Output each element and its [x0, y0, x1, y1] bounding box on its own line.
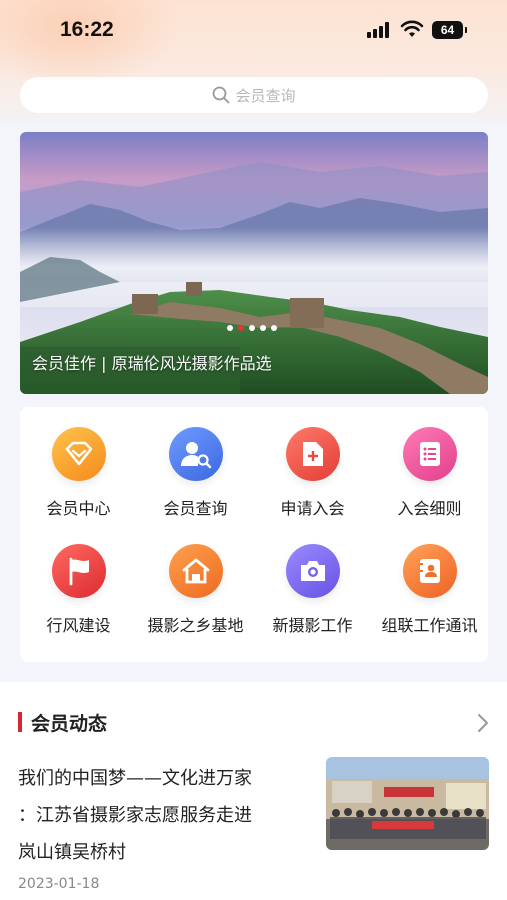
menu-item-photo-hometown-base[interactable]: 摄影之乡基地 — [137, 524, 254, 635]
menu-item-label: 行风建设 — [46, 616, 111, 635]
battery-icon: 64 — [432, 21, 467, 39]
carousel-dot[interactable] — [249, 325, 255, 331]
section-title: 会员动态 — [31, 713, 108, 735]
news-title-line: 我们的中国梦——文化进万家 — [18, 768, 252, 789]
menu-item-label: 会员中心 — [46, 499, 111, 518]
menu-item-label: 入会细则 — [397, 499, 462, 518]
carousel-dot[interactable] — [260, 325, 266, 331]
menu-item-apply-membership[interactable]: 申请入会 — [254, 407, 371, 518]
news-item-title[interactable]: 我们的中国梦——文化进万家 ：江苏省摄影家志愿服务走进 岚山镇吴桥村 — [18, 760, 313, 871]
search-placeholder: 会员查询 — [235, 86, 296, 105]
chevron-right-icon[interactable] — [477, 713, 489, 733]
menu-item-member-center[interactable]: 会员中心 — [20, 407, 137, 518]
menu-item-liaison-newsletter[interactable]: 组联工作通讯 — [371, 524, 488, 635]
add-document-icon — [285, 427, 340, 481]
menu-item-label: 申请入会 — [280, 499, 345, 518]
carousel-dot[interactable] — [271, 325, 277, 331]
status-bar: 16:22 64 — [0, 0, 507, 62]
search-icon — [213, 86, 230, 104]
banner-caption: 会员佳作 | 原瑞伦风光摄影作品选 — [32, 354, 272, 373]
wifi-icon — [400, 20, 424, 37]
menu-item-conduct-building[interactable]: 行风建设 — [20, 524, 137, 635]
feature-grid: 会员中心 会员查询 申请入会 入会细则 行风建设 摄影之乡基地 新摄影工作 组联… — [20, 407, 488, 662]
cellular-signal-icon — [367, 22, 393, 38]
news-item-thumbnail[interactable] — [326, 757, 489, 850]
status-time: 16:22 — [60, 18, 114, 41]
list-document-icon — [402, 427, 457, 481]
menu-item-label: 新摄影工作 — [272, 616, 353, 635]
contact-book-icon — [402, 544, 457, 598]
news-title-line: 岚山镇吴桥村 — [18, 842, 126, 863]
menu-item-label: 会员查询 — [163, 499, 228, 518]
menu-item-member-search[interactable]: 会员查询 — [137, 407, 254, 518]
carousel-dot[interactable] — [227, 325, 233, 331]
news-item-date: 2023-01-18 — [18, 876, 100, 892]
camera-icon — [285, 544, 340, 598]
banner-carousel[interactable]: 会员佳作 | 原瑞伦风光摄影作品选 — [20, 132, 488, 394]
menu-item-membership-rules[interactable]: 入会细则 — [371, 407, 488, 518]
carousel-indicator[interactable] — [227, 325, 277, 333]
section-accent-bar — [18, 712, 22, 732]
home-icon — [168, 544, 223, 598]
member-news-section: 会员动态 我们的中国梦——文化进万家 ：江苏省摄影家志愿服务走进 岚山镇吴桥村 … — [0, 682, 507, 900]
carousel-dot-active[interactable] — [238, 325, 244, 331]
flag-icon — [51, 544, 106, 598]
menu-item-new-photography-work[interactable]: 新摄影工作 — [254, 524, 371, 635]
heart-diamond-icon — [51, 427, 106, 481]
search-bar[interactable]: 会员查询 — [20, 77, 488, 113]
menu-item-label: 摄影之乡基地 — [147, 616, 244, 635]
news-title-line: ：江苏省摄影家志愿服务走进 — [18, 805, 252, 826]
news-thumbnail-image — [326, 757, 489, 850]
menu-item-label: 组联工作通讯 — [381, 616, 478, 635]
user-search-icon — [168, 427, 223, 481]
